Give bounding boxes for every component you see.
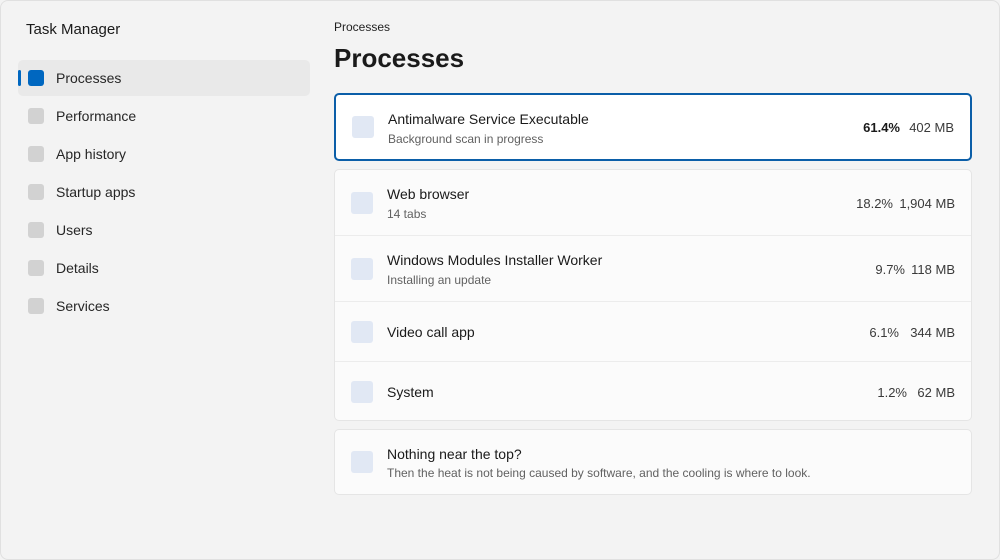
- sidebar-item-services[interactable]: Services: [18, 288, 310, 324]
- sidebar-item-details[interactable]: Details: [18, 250, 310, 286]
- hint-title: Nothing near the top?: [387, 446, 522, 462]
- sidebar-item-label: Services: [56, 298, 110, 314]
- process-list: Web browser 14 tabs 18.2% 1,904 MB Windo…: [334, 169, 972, 421]
- process-icon: [351, 192, 373, 214]
- process-row-web-browser[interactable]: Web browser 14 tabs 18.2% 1,904 MB: [335, 170, 971, 236]
- sidebar-item-label: Startup apps: [56, 184, 136, 200]
- process-status: Background scan in progress: [388, 132, 544, 146]
- sidebar-item-users[interactable]: Users: [18, 212, 310, 248]
- process-name: System: [387, 384, 434, 400]
- hint-text: Then the heat is not being caused by sof…: [387, 466, 811, 480]
- hint-card: Nothing near the top? Then the heat is n…: [334, 429, 972, 495]
- cpu-usage: 6.1%: [869, 325, 899, 340]
- performance-icon: [28, 108, 44, 124]
- page-title: Processes: [334, 43, 465, 73]
- processes-icon: [28, 70, 44, 86]
- memory-usage: 118 MB: [911, 262, 955, 277]
- startup-apps-icon: [28, 184, 44, 200]
- breadcrumb: Processes: [334, 20, 391, 34]
- sidebar-item-label: Performance: [56, 108, 137, 124]
- app-history-icon: [28, 146, 44, 162]
- process-status: 14 tabs: [387, 207, 427, 221]
- memory-usage: 344 MB: [910, 325, 955, 340]
- selection-indicator: [18, 70, 21, 86]
- process-icon: [351, 321, 373, 343]
- process-icon: [351, 258, 373, 280]
- process-row-video-call-app[interactable]: Video call app 6.1% 344 MB: [335, 302, 971, 362]
- process-icon: [352, 116, 374, 138]
- info-icon: [351, 451, 373, 473]
- memory-usage: 62 MB: [917, 385, 955, 400]
- process-name: Antimalware Service Executable: [388, 111, 589, 127]
- process-name: Web browser: [387, 186, 470, 202]
- cpu-usage: 9.7%: [875, 262, 905, 277]
- sidebar-nav: Processes Performance App history Startu…: [18, 60, 310, 326]
- hint-row: Nothing near the top? Then the heat is n…: [335, 430, 971, 494]
- memory-usage: 1,904 MB: [899, 196, 955, 211]
- sidebar: Task Manager Processes Performance App h…: [1, 1, 321, 559]
- task-manager-window: Task Manager Processes Performance App h…: [0, 0, 1000, 560]
- main-content: Processes Processes Antimalware Service …: [334, 1, 974, 559]
- cpu-usage: 1.2%: [877, 385, 907, 400]
- users-icon: [28, 222, 44, 238]
- sidebar-item-performance[interactable]: Performance: [18, 98, 310, 134]
- process-row-system[interactable]: System 1.2% 62 MB: [335, 362, 971, 422]
- sidebar-item-app-history[interactable]: App history: [18, 136, 310, 172]
- highlighted-process-card: Antimalware Service Executable Backgroun…: [334, 93, 972, 161]
- app-title: Task Manager: [26, 21, 121, 38]
- process-name: Video call app: [387, 324, 475, 340]
- sidebar-item-label: Users: [56, 222, 93, 238]
- sidebar-item-label: Details: [56, 260, 99, 276]
- process-status: Installing an update: [387, 273, 492, 287]
- process-icon: [351, 381, 373, 403]
- process-name: Windows Modules Installer Worker: [387, 252, 603, 268]
- sidebar-item-processes[interactable]: Processes: [18, 60, 310, 96]
- cpu-usage: 61.4%: [863, 120, 900, 135]
- process-row-windows-modules-installer[interactable]: Windows Modules Installer Worker Install…: [335, 236, 971, 302]
- process-row-antimalware[interactable]: Antimalware Service Executable Backgroun…: [336, 95, 970, 159]
- sidebar-item-label: Processes: [56, 70, 122, 86]
- memory-usage: 402 MB: [909, 120, 954, 135]
- sidebar-item-label: App history: [56, 146, 127, 162]
- cpu-usage: 18.2%: [856, 196, 893, 211]
- services-icon: [28, 298, 44, 314]
- details-icon: [28, 260, 44, 276]
- sidebar-item-startup-apps[interactable]: Startup apps: [18, 174, 310, 210]
